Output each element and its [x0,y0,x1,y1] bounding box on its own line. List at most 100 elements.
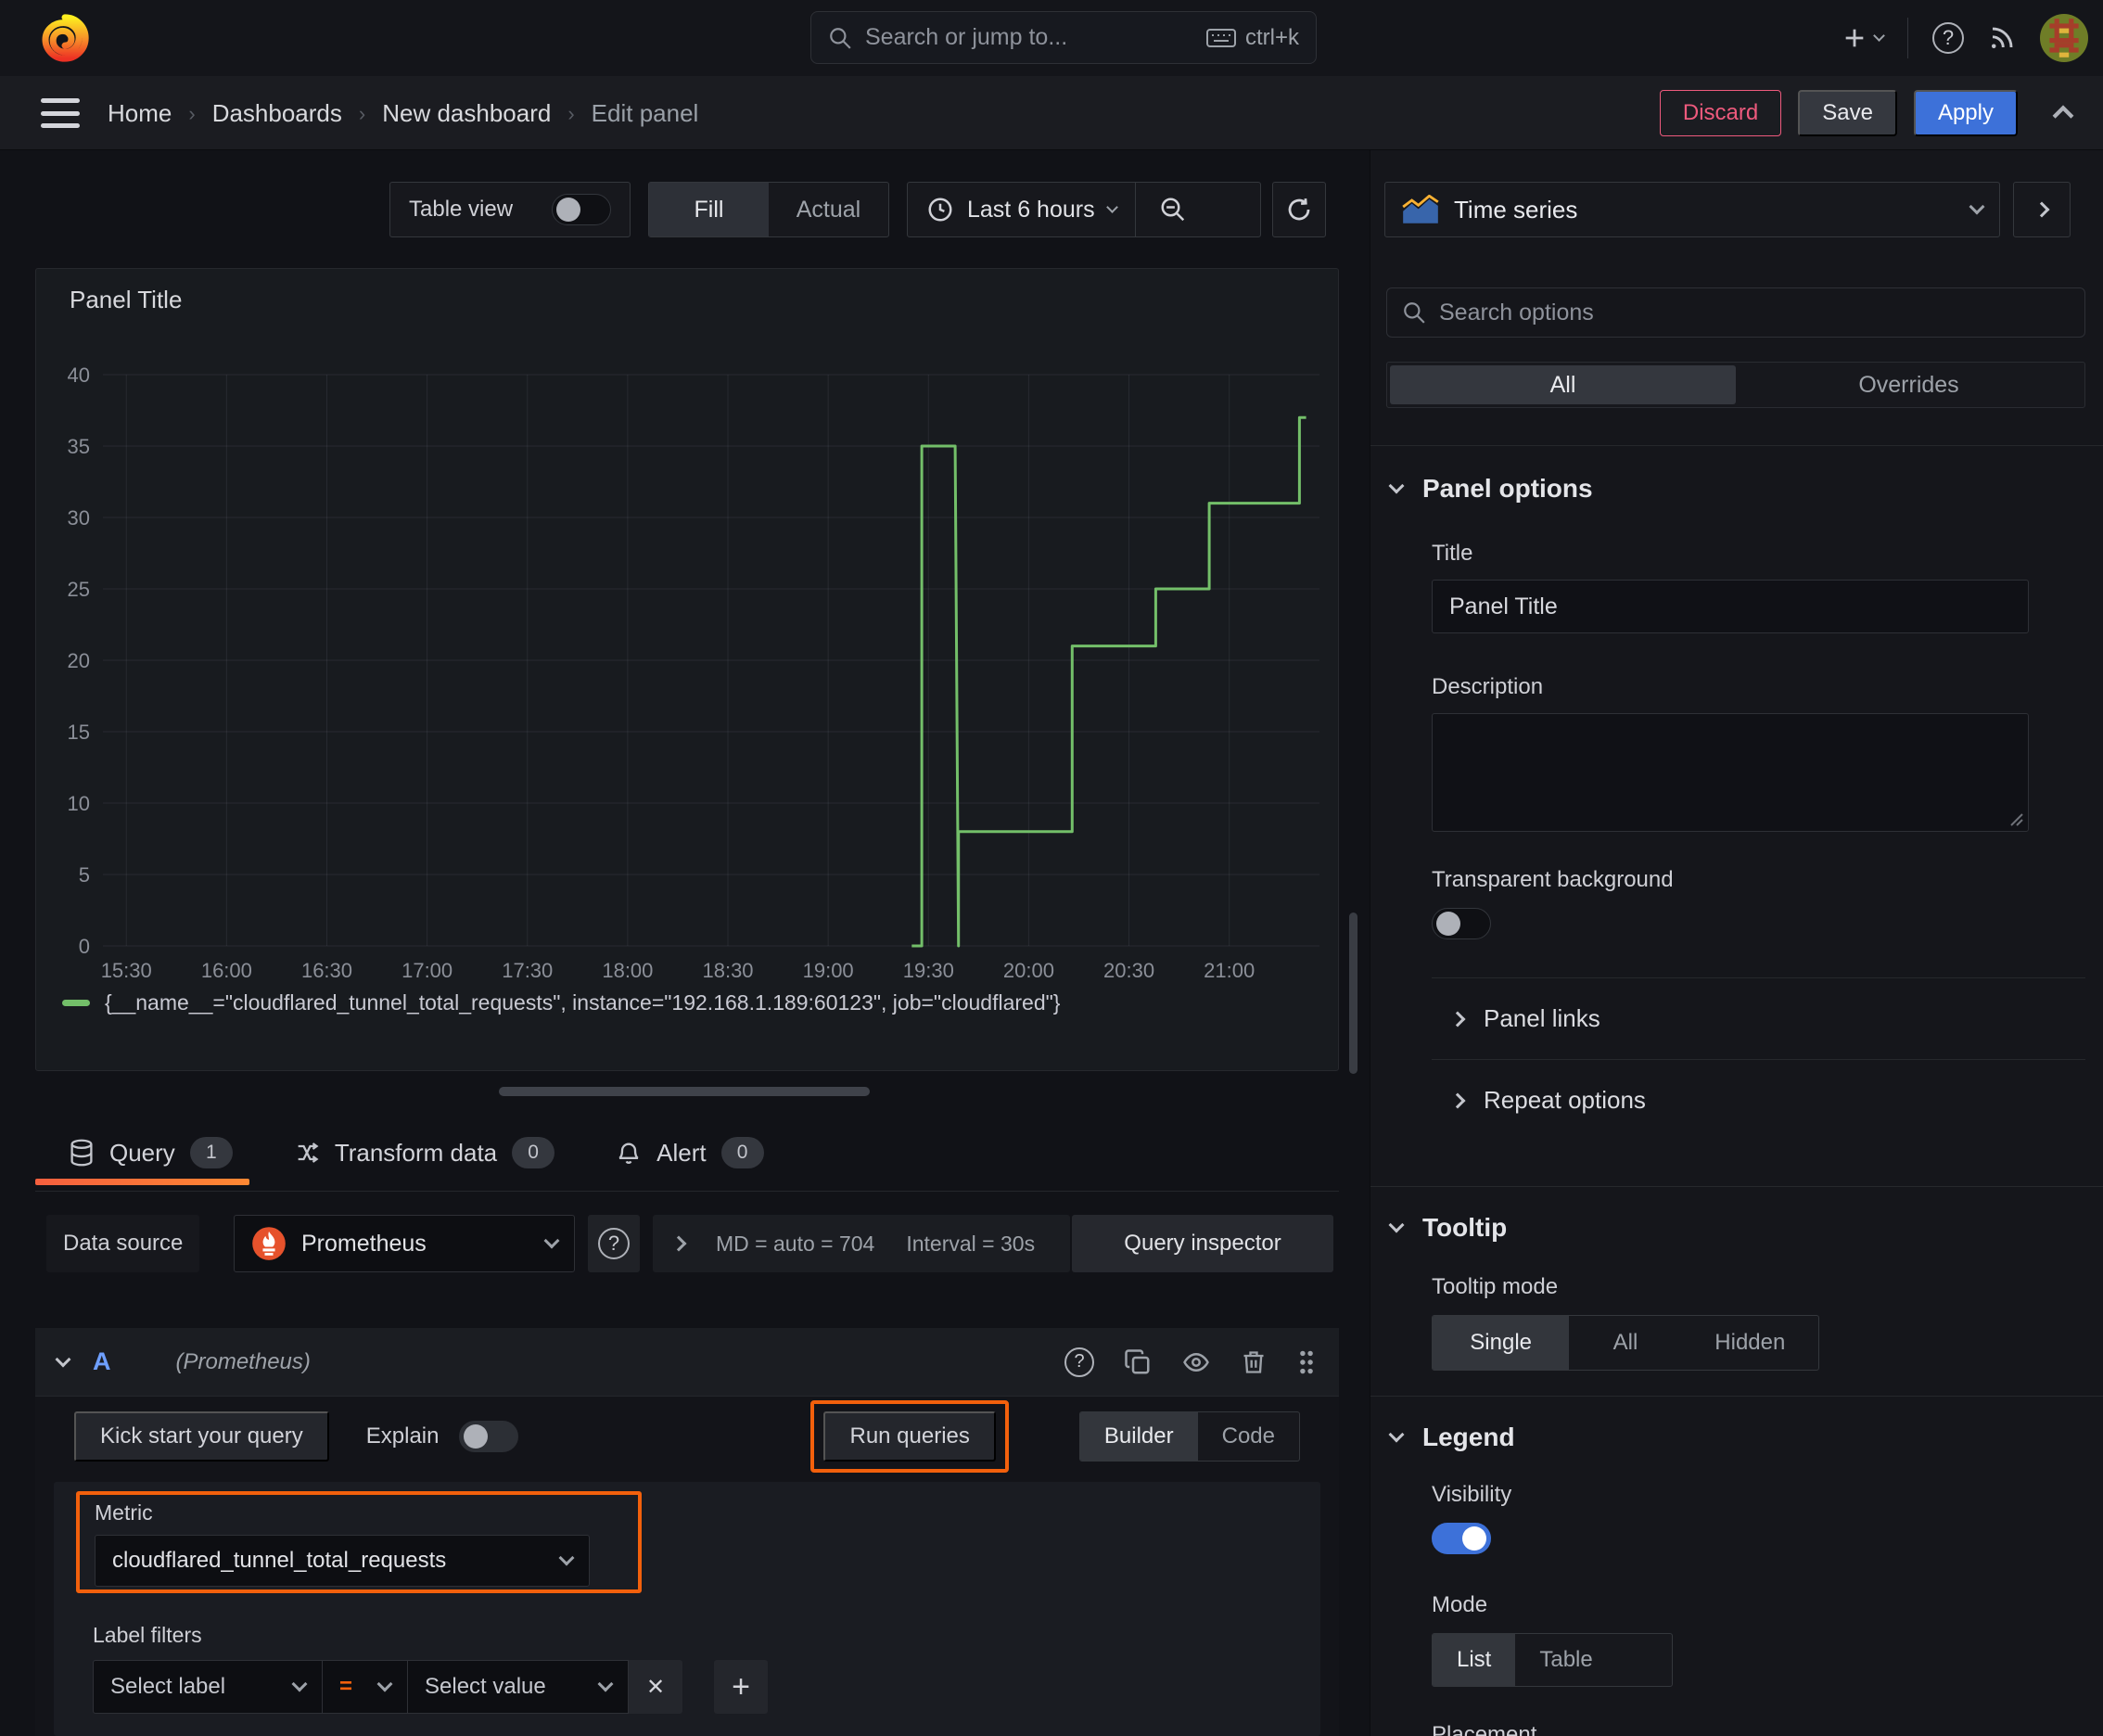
panel-links-header[interactable]: Panel links [1449,1004,2103,1033]
series-label[interactable]: {__name__="cloudflared_tunnel_total_requ… [105,990,1060,1015]
svg-text:20: 20 [68,649,90,672]
datasource-help-button[interactable]: ? [588,1215,640,1272]
query-inspector-button[interactable]: Query inspector [1072,1215,1333,1272]
collapse-query-icon[interactable] [55,1351,71,1367]
collapse-up-button[interactable] [2047,97,2079,129]
query-help-icon[interactable]: ? [1064,1347,1094,1377]
grip-dots-icon [1300,1350,1313,1373]
tab-alert-count: 0 [720,1137,764,1168]
tooltip-all[interactable]: All [1569,1316,1681,1370]
fill-option[interactable]: Fill [649,183,769,236]
breadcrumb-dashboards[interactable]: Dashboards [212,99,342,128]
help-button[interactable]: ? [1932,22,1964,54]
select-label-dropdown[interactable]: Select label [93,1660,323,1714]
builder-option[interactable]: Builder [1079,1412,1198,1461]
grafana-logo-icon[interactable] [39,12,91,64]
tab-all[interactable]: All [1390,365,1736,404]
description-textarea[interactable] [1432,713,2029,832]
svg-text:15: 15 [68,721,90,744]
chart-panel-title: Panel Title [70,286,183,313]
mode-list[interactable]: List [1433,1634,1516,1686]
hide-query-button[interactable] [1181,1348,1211,1376]
remove-filter-button[interactable]: ✕ [629,1660,682,1714]
visualization-picker[interactable]: Time series [1384,182,2000,237]
tab-transform-count: 0 [512,1137,555,1168]
apply-button[interactable]: Apply [1913,90,2018,136]
kick-start-query-button[interactable]: Kick start your query [74,1411,329,1462]
tab-query-count: 1 [189,1137,233,1168]
datasource-label: Data source [46,1215,200,1272]
menu-toggle-button[interactable] [41,98,80,128]
chart-panel: Panel Title 0 5 10 15 20 25 30 35 40 15:30 16:00 16… [35,268,1339,1071]
panel-title-input[interactable]: Panel Title [1432,580,2029,633]
code-option[interactable]: Code [1198,1412,1299,1461]
table-view-control: Table view [389,182,631,237]
save-button[interactable]: Save [1798,90,1897,136]
panel-options-header[interactable]: Panel options [1388,474,2103,504]
add-new-button[interactable] [1842,25,1885,51]
chevron-down-icon [597,1676,614,1692]
tab-alert[interactable]: Alert 0 [616,1125,764,1181]
metric-select[interactable]: cloudflared_tunnel_total_requests [95,1535,590,1587]
actual-option[interactable]: Actual [769,183,888,236]
zoom-out-button[interactable] [1136,183,1210,236]
datasource-row: Data source Prometheus ? MD = auto = 704… [35,1215,1339,1272]
tooltip-single[interactable]: Single [1433,1316,1570,1370]
delete-query-button[interactable] [1241,1348,1267,1376]
bell-icon [618,1142,639,1164]
breadcrumb-home[interactable]: Home [108,99,172,128]
visualization-name: Time series [1454,195,1578,223]
table-view-toggle[interactable] [552,194,611,225]
global-search-input[interactable]: Search or jump to... ctrl+k [810,11,1317,64]
visibility-toggle[interactable] [1432,1523,1491,1554]
search-icon [1404,302,1425,324]
left-pane-scrollbar[interactable] [1349,913,1357,1074]
repeat-options-header[interactable]: Repeat options [1449,1086,2103,1115]
svg-text:40: 40 [68,364,90,387]
drag-query-handle[interactable] [1296,1348,1317,1376]
chevron-down-icon [1388,1426,1405,1443]
max-data-points: MD = auto = 704 [716,1231,875,1256]
options-tabs: All Overrides [1386,362,2085,408]
table-view-label: Table view [409,197,514,222]
fill-actual-switch: Fill Actual [648,182,889,237]
time-range-picker[interactable]: Last 6 hours [908,183,1135,236]
grafana-edit-panel-screen: Search or jump to... ctrl+k ? Home › Das… [0,0,2103,1736]
datasource-picker[interactable]: Prometheus [234,1215,575,1272]
resize-handle[interactable] [499,1087,870,1096]
search-icon [828,26,852,50]
select-value-dropdown[interactable]: Select value [408,1660,629,1714]
collapse-options-button[interactable] [2013,182,2071,237]
tab-transform-label: Transform data [334,1138,498,1167]
tab-overrides[interactable]: Overrides [1736,365,2082,404]
run-queries-button[interactable]: Run queries [823,1411,996,1462]
svg-text:16:00: 16:00 [201,959,252,982]
refresh-icon [1288,198,1310,221]
tooltip-mode-label: Tooltip mode [1432,1274,1559,1299]
svg-text:10: 10 [68,792,90,815]
refresh-button[interactable] [1272,182,1326,237]
transparent-background-toggle[interactable] [1432,908,1491,939]
editor-tabs: Query 1 Transform data 0 Alert 0 [35,1125,1339,1192]
time-series-chart[interactable]: 0 5 10 15 20 25 30 35 40 15:30 16:00 16:30 17:00 17:3… [57,356,1327,996]
tab-query[interactable]: Query 1 [35,1125,249,1185]
query-options-strip[interactable]: MD = auto = 704 Interval = 30s [653,1215,1070,1272]
add-filter-button[interactable]: + [714,1660,768,1714]
breadcrumb-new-dashboard[interactable]: New dashboard [382,99,551,128]
options-search[interactable]: Search options [1386,287,2085,338]
user-avatar[interactable] [2040,14,2088,62]
tooltip-header[interactable]: Tooltip [1388,1213,2103,1243]
tooltip-hidden[interactable]: Hidden [1682,1316,1818,1370]
mode-table[interactable]: Table [1515,1634,1616,1686]
series-color-swatch[interactable] [62,1000,90,1006]
duplicate-query-button[interactable] [1124,1348,1152,1376]
explain-toggle[interactable] [459,1421,519,1452]
operator-dropdown[interactable]: = [323,1660,408,1714]
tab-transform-data[interactable]: Transform data 0 [294,1125,555,1181]
query-row-header[interactable]: A (Prometheus) ? [35,1328,1339,1397]
svg-text:30: 30 [68,506,90,530]
news-rss-button[interactable] [1988,24,2016,52]
discard-button[interactable]: Discard [1659,90,1782,136]
legend-header[interactable]: Legend [1388,1423,2103,1452]
zoom-out-icon [1161,198,1184,222]
